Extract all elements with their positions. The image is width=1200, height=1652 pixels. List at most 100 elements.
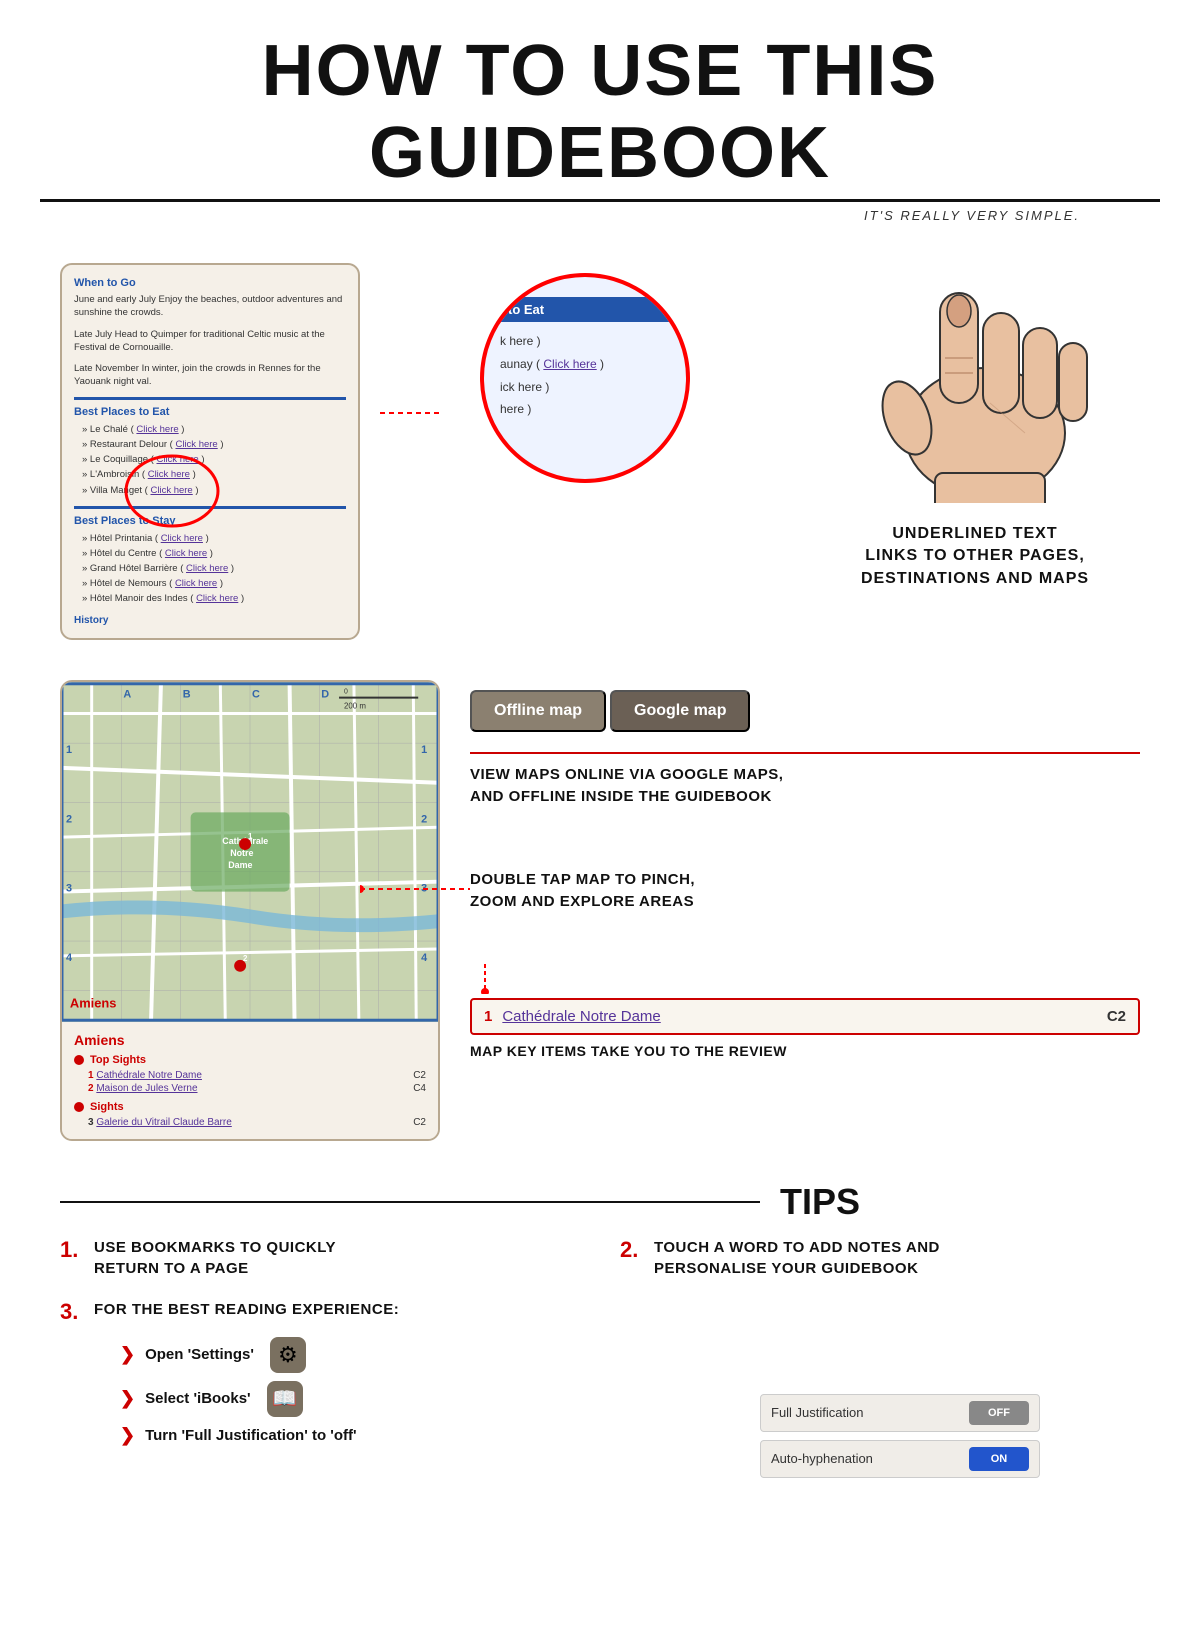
- map-key-grid: C2: [1107, 1008, 1126, 1025]
- zoom-item-3: ick here ): [500, 376, 670, 399]
- tips-grid: 1. USE BOOKMARKS TO QUICKLYRETURN TO A P…: [60, 1237, 1140, 1279]
- eat-item-3: » Le Coquillage ( Click here ): [74, 452, 346, 467]
- toggle-switch-on[interactable]: ON: [969, 1447, 1029, 1471]
- toggle-label-1: Full Justification: [771, 1405, 863, 1420]
- svg-text:Notre: Notre: [230, 848, 253, 858]
- section-maps: Cathédrale Notre Dame A B C D 1 2 3 4: [0, 660, 1200, 1161]
- map-key-name[interactable]: Cathédrale Notre Dame: [502, 1008, 1106, 1025]
- tip-3-text: FOR THE BEST READING EXPERIENCE:: [94, 1299, 399, 1320]
- double-tap-area: DOUBLE TAP MAP TO PINCH,ZOOM AND EXPLORE…: [470, 869, 1140, 914]
- dotted-line-svg: [380, 403, 440, 423]
- phone-mockup-left: When to Go June and early July Enjoy the…: [60, 263, 360, 640]
- section-links: When to Go June and early July Enjoy the…: [0, 233, 1200, 660]
- svg-text:1: 1: [421, 744, 427, 756]
- svg-text:B: B: [183, 688, 191, 700]
- svg-text:1: 1: [248, 832, 253, 841]
- tips-header: TIPS: [60, 1181, 1140, 1223]
- zoom-item-4: here ): [500, 398, 670, 421]
- best-stay-title: Best Places to Stay: [74, 515, 346, 527]
- svg-text:2: 2: [421, 813, 427, 825]
- maps-description: VIEW MAPS ONLINE VIA GOOGLE MAPS,AND OFF…: [470, 752, 1140, 809]
- map-phone-mockup: Cathédrale Notre Dame A B C D 1 2 3 4: [60, 680, 440, 1141]
- toggle-switch-off[interactable]: OFF: [969, 1401, 1029, 1425]
- tip-3-arrow-1: ❯: [120, 1344, 135, 1365]
- tip-1: 1. USE BOOKMARKS TO QUICKLYRETURN TO A P…: [60, 1237, 580, 1279]
- map-svg: Cathédrale Notre Dame A B C D 1 2 3 4: [62, 682, 438, 1022]
- svg-text:Dame: Dame: [228, 859, 252, 869]
- svg-text:C: C: [252, 688, 260, 700]
- sights-label: Sights: [74, 1101, 426, 1113]
- map-item-2: 2 Maison de Jules Verne C4: [74, 1082, 426, 1095]
- stay-item-5: » Hôtel Manoir des Indes ( Click here ): [74, 591, 346, 606]
- tip-2-num: 2.: [620, 1237, 646, 1263]
- when-to-go-text2: Late July Head to Quimper for traditiona…: [74, 328, 346, 355]
- map-bottom: Amiens Top Sights 1 Cathédrale Notre Dam…: [62, 1022, 438, 1139]
- top-sights-label: Top Sights: [74, 1054, 426, 1066]
- eat-item-2: » Restaurant Delour ( Click here ): [74, 437, 346, 452]
- map-city-label: Amiens: [74, 1032, 426, 1048]
- settings-icon: ⚙: [270, 1337, 306, 1373]
- page-title: HOW TO USE THIS GUIDEBOOK: [40, 30, 1160, 202]
- tip-3: 3. FOR THE BEST READING EXPERIENCE: ❯ Op…: [60, 1299, 1140, 1446]
- zoom-circle: to Eat k here ) aunay ( Click here ) ick…: [480, 273, 690, 483]
- svg-text:1: 1: [66, 744, 72, 756]
- links-label: UNDERLINED TEXTLINKS TO OTHER PAGES,DEST…: [861, 523, 1089, 590]
- stay-item-1: » Hôtel Printania ( Click here ): [74, 531, 346, 546]
- eat-item-4: » L'Ambroisin ( Click here ): [74, 467, 346, 482]
- map-key-dot-line: [470, 964, 500, 994]
- when-to-go-title: When to Go: [74, 277, 346, 289]
- svg-text:4: 4: [421, 951, 427, 963]
- map-key-desc: MAP KEY ITEMS TAKE YOU TO THE REVIEW: [470, 1043, 1140, 1059]
- svg-text:200 m: 200 m: [344, 701, 366, 710]
- best-eat-title: Best Places to Eat: [74, 406, 346, 418]
- tips-left-divider: [60, 1201, 760, 1203]
- map-buttons: Offline map Google map: [470, 690, 1140, 732]
- tip-3-header: 3. FOR THE BEST READING EXPERIENCE:: [60, 1299, 1140, 1325]
- map-key-num: 1: [484, 1008, 492, 1025]
- svg-text:0: 0: [344, 688, 348, 695]
- dotted-connector: [380, 263, 440, 423]
- svg-text:4: 4: [66, 951, 72, 963]
- tip-1-num: 1.: [60, 1237, 86, 1263]
- map-key-area: 1 Cathédrale Notre Dame C2 MAP KEY ITEMS…: [470, 964, 1140, 1059]
- hand-area: UNDERLINED TEXTLINKS TO OTHER PAGES,DEST…: [810, 263, 1140, 590]
- svg-text:2: 2: [243, 953, 248, 962]
- tip-2: 2. TOUCH A WORD TO ADD NOTES ANDPERSONAL…: [620, 1237, 1140, 1279]
- page-header: HOW TO USE THIS GUIDEBOOK IT'S REALLY VE…: [0, 0, 1200, 233]
- stay-item-2: » Hôtel du Centre ( Click here ): [74, 546, 346, 561]
- map-image-area[interactable]: Cathédrale Notre Dame A B C D 1 2 3 4: [62, 682, 438, 1022]
- tip-3-num: 3.: [60, 1299, 86, 1325]
- zoom-area: to Eat k here ) aunay ( Click here ) ick…: [460, 263, 790, 483]
- tips-title: TIPS: [780, 1181, 860, 1223]
- double-tap-desc: DOUBLE TAP MAP TO PINCH,ZOOM AND EXPLORE…: [470, 869, 1140, 914]
- ibooks-icon: 📖: [267, 1381, 303, 1417]
- map-key-box[interactable]: 1 Cathédrale Notre Dame C2: [470, 998, 1140, 1035]
- tip-2-text: TOUCH A WORD TO ADD NOTES ANDPERSONALISE…: [654, 1237, 940, 1279]
- toggle-row-2: Auto-hyphenation ON: [760, 1440, 1040, 1478]
- toggle-label-2: Auto-hyphenation: [771, 1451, 873, 1466]
- when-to-go-text1: June and early July Enjoy the beaches, o…: [74, 293, 346, 320]
- svg-text:A: A: [123, 688, 131, 700]
- zoom-title: to Eat: [500, 297, 670, 322]
- tip-3-step-1: ❯ Open 'Settings' ⚙: [120, 1337, 1140, 1373]
- tip-1-text: USE BOOKMARKS TO QUICKLYRETURN TO A PAGE: [94, 1237, 336, 1279]
- map-right: Offline map Google map VIEW MAPS ONLINE …: [470, 680, 1140, 1059]
- svg-text:3: 3: [66, 882, 72, 894]
- stay-item-4: » Hôtel de Nemours ( Click here ): [74, 576, 346, 591]
- svg-text:2: 2: [66, 813, 72, 825]
- eat-item-5: » Villa Manget ( Click here ): [74, 483, 346, 498]
- history-link[interactable]: History: [74, 615, 346, 626]
- tip-3-step-3-label: Turn 'Full Justification' to 'off': [145, 1427, 356, 1444]
- map-item-1: 1 Cathédrale Notre Dame C2: [74, 1069, 426, 1082]
- tip-3-arrow-3: ❯: [120, 1425, 135, 1446]
- tip-3-arrow-2: ❯: [120, 1388, 135, 1409]
- tip-3-step-2-label: Select 'iBooks': [145, 1390, 251, 1407]
- subtitle: IT'S REALLY VERY SIMPLE.: [40, 208, 1160, 223]
- offline-map-button[interactable]: Offline map: [470, 690, 606, 732]
- google-map-button[interactable]: Google map: [610, 690, 750, 732]
- svg-text:Amiens: Amiens: [70, 995, 116, 1010]
- zoom-item-2: aunay ( Click here ): [500, 353, 670, 376]
- svg-text:D: D: [321, 688, 329, 700]
- stay-item-3: » Grand Hôtel Barrière ( Click here ): [74, 561, 346, 576]
- tips-section: TIPS 1. USE BOOKMARKS TO QUICKLYRETURN T…: [0, 1161, 1200, 1484]
